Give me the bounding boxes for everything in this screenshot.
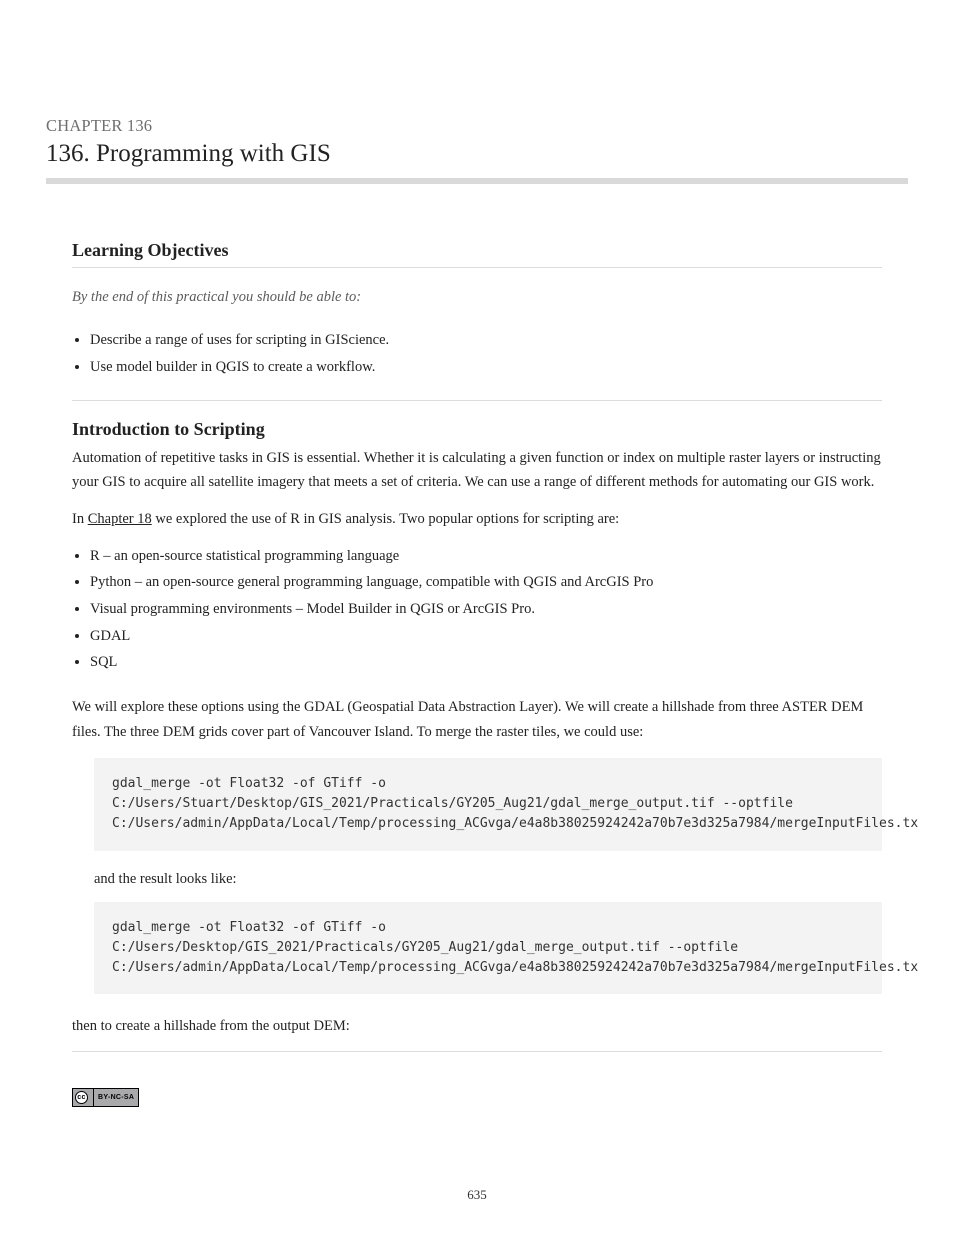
body-paragraph: In Chapter 18 we explored the use of R i… xyxy=(72,507,882,532)
section-heading-intro: Introduction to Scripting xyxy=(72,419,882,440)
list-item: Use model builder in QGIS to create a wo… xyxy=(90,355,882,380)
list-item: Python – an open-source general programm… xyxy=(90,570,882,595)
chapter-kicker: CHAPTER 136 xyxy=(46,116,908,136)
chapter-header: CHAPTER 136 136. Programming with GIS xyxy=(46,0,908,184)
body-paragraph: We will explore these options using the … xyxy=(72,695,882,744)
section-rule xyxy=(72,400,882,401)
objectives-lead: By the end of this practical you should … xyxy=(72,286,882,308)
list-item: GDAL xyxy=(90,624,882,649)
result-label: and the result looks like: xyxy=(94,871,882,888)
objectives-list: Describe a range of uses for scripting i… xyxy=(72,328,882,379)
text-run: In xyxy=(72,511,88,527)
chapter-title: 136. Programming with GIS xyxy=(46,140,908,168)
list-item: Describe a range of uses for scripting i… xyxy=(90,328,882,353)
body-paragraph: then to create a hillshade from the outp… xyxy=(72,1014,882,1039)
cc-icon: cc xyxy=(73,1089,93,1106)
list-item: Visual programming environments – Model … xyxy=(90,597,882,622)
code-block: gdal_merge -ot Float32 -of GTiff -o C:/U… xyxy=(94,758,882,850)
list-item: R – an open-source statistical programmi… xyxy=(90,544,882,569)
chapter-link[interactable]: Chapter 18 xyxy=(88,511,152,527)
body-paragraph: Automation of repetitive tasks in GIS is… xyxy=(72,446,882,495)
cc-circle-icon: cc xyxy=(75,1091,88,1104)
page: CHAPTER 136 136. Programming with GIS Le… xyxy=(0,0,954,1235)
section-heading-objectives: Learning Objectives xyxy=(72,240,882,261)
scripting-options-list: R – an open-source statistical programmi… xyxy=(72,544,882,675)
content-area: Learning Objectives By the end of this p… xyxy=(46,184,908,1107)
section-rule xyxy=(72,1051,882,1052)
cc-attrs: BY-NC-SA xyxy=(93,1089,138,1106)
cc-license-badge: cc BY-NC-SA xyxy=(72,1088,139,1107)
text-run: we explored the use of R in GIS analysis… xyxy=(152,511,619,527)
page-number: 635 xyxy=(0,1187,954,1203)
code-block: gdal_merge -ot Float32 -of GTiff -o C:/U… xyxy=(94,902,882,994)
list-item: SQL xyxy=(90,650,882,675)
section-rule xyxy=(72,267,882,268)
